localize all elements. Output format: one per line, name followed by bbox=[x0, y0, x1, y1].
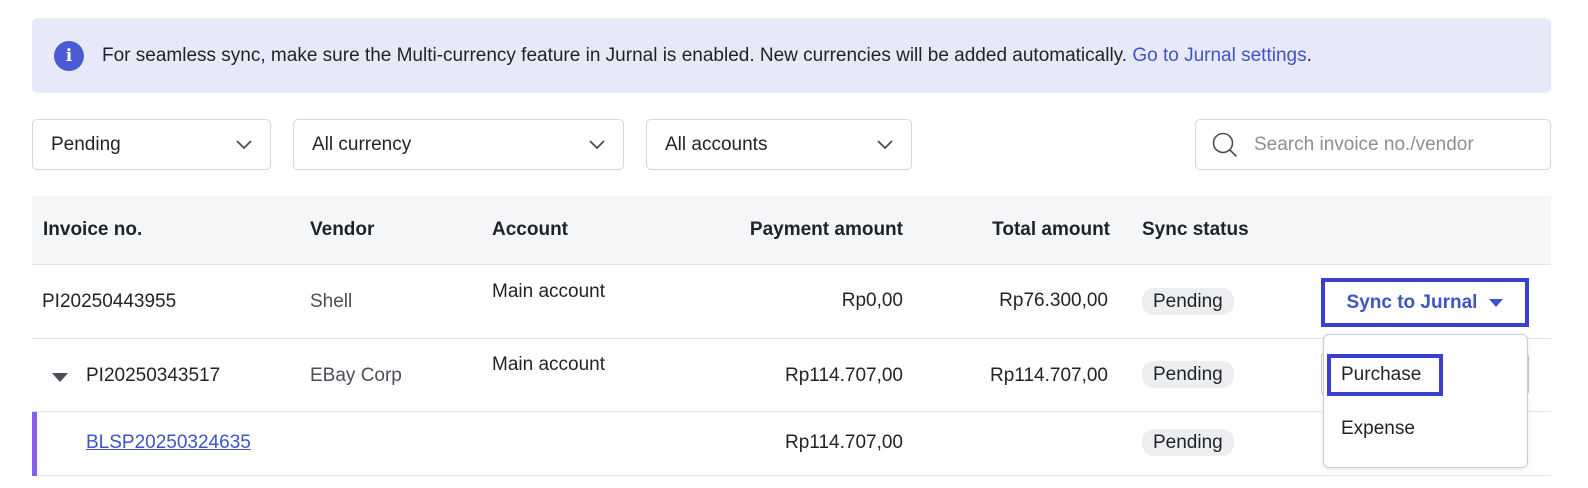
payment-amount: Rp114.707,00 bbox=[785, 432, 903, 453]
header-payment-amount[interactable]: Payment amount bbox=[672, 196, 903, 264]
accounts-filter-value: All accounts bbox=[665, 133, 768, 155]
total-amount: Rp76.300,00 bbox=[999, 290, 1108, 311]
invoice-number[interactable]: PI20250443955 bbox=[42, 291, 176, 313]
child-row-indicator bbox=[32, 412, 37, 476]
search-input[interactable] bbox=[1252, 132, 1546, 157]
menu-item-expense[interactable]: Expense bbox=[1327, 408, 1524, 450]
table-header: Invoice no. Vendor Account Payment amoun… bbox=[32, 196, 1551, 265]
jurnal-settings-link[interactable]: Go to Jurnal settings bbox=[1132, 45, 1306, 66]
info-icon: i bbox=[54, 40, 84, 71]
header-total-amount[interactable]: Total amount bbox=[912, 196, 1110, 264]
account-name: Main account bbox=[492, 281, 606, 302]
currency-filter-select[interactable]: All currency bbox=[293, 119, 624, 170]
child-invoice-link[interactable]: BLSP20250324635 bbox=[86, 432, 251, 454]
search-box[interactable] bbox=[1195, 119, 1551, 170]
header-vendor[interactable]: Vendor bbox=[310, 196, 374, 264]
info-banner: i For seamless sync, make sure the Multi… bbox=[32, 18, 1551, 93]
sync-button-label: Sync to Jurnal bbox=[1346, 291, 1478, 313]
header-invoice[interactable]: Invoice no. bbox=[43, 196, 142, 264]
payment-amount: Rp0,00 bbox=[841, 290, 903, 311]
chevron-down-icon bbox=[236, 139, 252, 149]
chevron-down-icon bbox=[877, 139, 893, 149]
vendor-name: Shell bbox=[310, 291, 353, 312]
search-icon bbox=[1212, 132, 1238, 157]
sync-menu: Purchase Expense bbox=[1323, 334, 1528, 468]
status-filter-select[interactable]: Pending bbox=[32, 119, 271, 170]
menu-item-purchase[interactable]: Purchase bbox=[1327, 354, 1443, 396]
payment-amount: Rp114.707,00 bbox=[785, 365, 903, 386]
currency-filter-value: All currency bbox=[312, 133, 412, 155]
invoice-number[interactable]: PI20250343517 bbox=[86, 365, 220, 387]
status-badge: Pending bbox=[1142, 361, 1234, 388]
caret-down-icon bbox=[1489, 298, 1504, 307]
header-sync-status[interactable]: Sync status bbox=[1142, 196, 1249, 264]
total-amount: Rp114.707,00 bbox=[990, 365, 1108, 386]
status-badge: Pending bbox=[1142, 429, 1234, 456]
account-name: Main account bbox=[492, 354, 606, 375]
vendor-name: EBay Corp bbox=[310, 365, 402, 386]
status-filter-value: Pending bbox=[51, 133, 121, 155]
chevron-down-icon bbox=[589, 139, 605, 149]
header-account[interactable]: Account bbox=[492, 196, 568, 264]
banner-message: For seamless sync, make sure the Multi-c… bbox=[102, 44, 1312, 66]
sync-to-jurnal-button[interactable]: Sync to Jurnal bbox=[1321, 278, 1529, 327]
accounts-filter-select[interactable]: All accounts bbox=[646, 119, 912, 170]
status-badge: Pending bbox=[1142, 288, 1234, 315]
expand-caret-icon[interactable] bbox=[52, 373, 68, 382]
